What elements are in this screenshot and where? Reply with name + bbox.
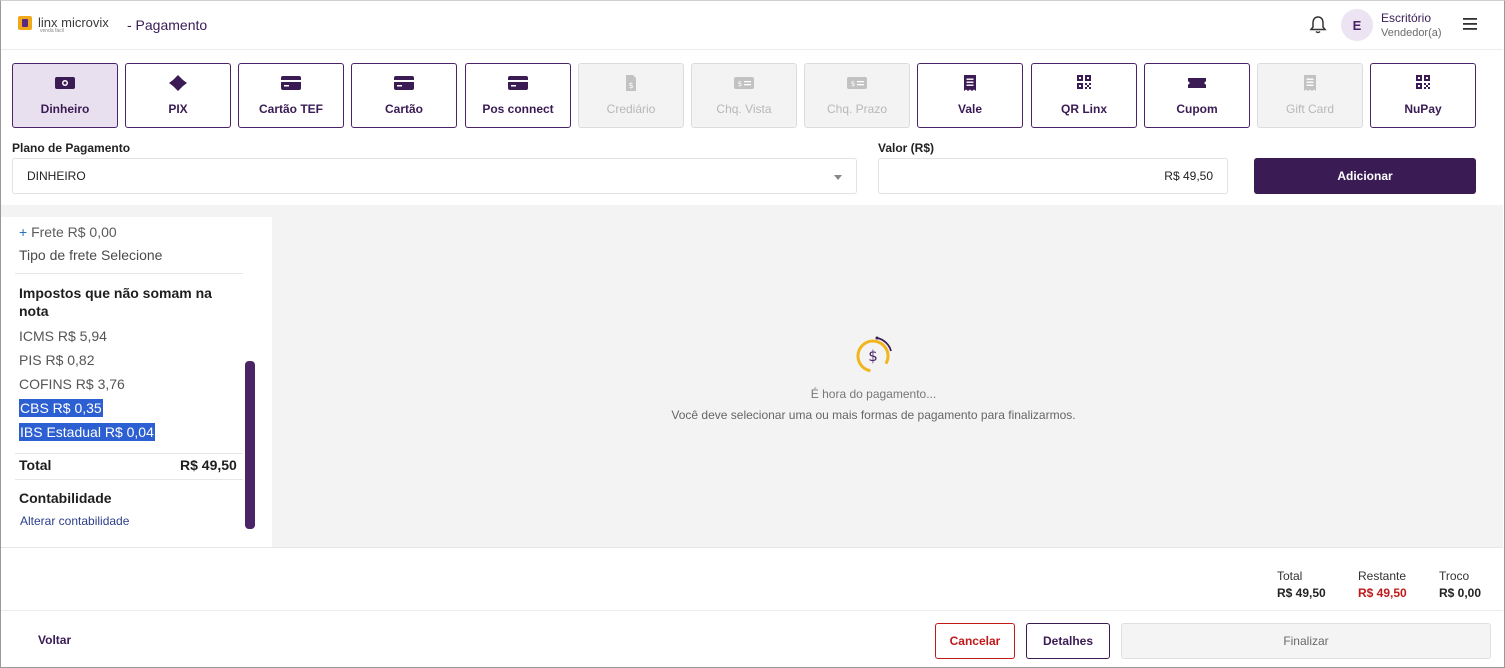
pix-icon <box>169 75 187 91</box>
method-cartao-tef[interactable]: Cartão TEF <box>238 63 344 128</box>
ticket-icon <box>1188 78 1206 88</box>
totals-bar: Total R$ 49,50 Restante R$ 49,50 Troco R… <box>1 547 1503 611</box>
method-chq-vista[interactable]: $ Chq. Vista <box>691 63 797 128</box>
page-title: - Pagamento <box>127 17 208 33</box>
svg-text:$: $ <box>851 80 855 88</box>
user-role: Vendedor(a) <box>1381 27 1442 39</box>
method-label: Cartão <box>384 102 423 116</box>
cofins-line: COFINS R$ 3,76 <box>19 376 125 392</box>
pis-line: PIS R$ 0,82 <box>19 352 95 368</box>
empty-state-title: É hora do pagamento... <box>810 387 937 401</box>
change-accounting-link[interactable]: Alterar contabilidade <box>20 514 129 528</box>
app-header: linx microvix venda fácil - Pagamento E … <box>1 1 1503 50</box>
back-link[interactable]: Voltar <box>38 633 71 647</box>
cancel-button[interactable]: Cancelar <box>935 623 1015 659</box>
method-label: Gift Card <box>1285 102 1334 116</box>
method-crediario[interactable]: $ Crediário <box>578 63 684 128</box>
amount-input[interactable] <box>878 158 1228 194</box>
method-cupom[interactable]: Cupom <box>1144 63 1250 128</box>
card-icon <box>508 76 528 90</box>
freight-line: + Frete R$ 0,00 <box>19 224 117 240</box>
accounting-title: Contabilidade <box>19 490 112 506</box>
method-label: NuPay <box>1404 102 1442 116</box>
summary-total-value: R$ 49,50 <box>180 457 237 473</box>
divider <box>15 453 243 454</box>
method-label: Cartão TEF <box>258 102 323 116</box>
icms-line: ICMS R$ 5,94 <box>19 328 107 344</box>
summary-total-label: Total <box>19 457 52 473</box>
scrollbar-thumb[interactable] <box>245 361 255 529</box>
brand-logo-icon <box>18 16 32 30</box>
qr-code-icon <box>1416 75 1430 89</box>
brand-subtitle: venda fácil <box>40 28 64 34</box>
svg-text:$: $ <box>738 80 742 88</box>
method-dinheiro[interactable]: Dinheiro <box>12 63 118 128</box>
finalize-button[interactable]: Finalizar <box>1121 623 1491 659</box>
plus-icon[interactable]: + <box>19 224 27 240</box>
cbs-value: CBS R$ 0,35 <box>19 399 103 417</box>
payment-plan-value: DINHEIRO <box>27 169 86 183</box>
check-icon: $ <box>734 77 754 89</box>
section-separator <box>1 205 1503 217</box>
method-label: Cupom <box>1176 102 1218 116</box>
method-label: Dinheiro <box>40 102 90 116</box>
document-dollar-icon: $ <box>626 75 636 91</box>
method-chq-prazo[interactable]: $ Chq. Prazo <box>804 63 910 128</box>
order-summary-panel: + Frete R$ 0,00 Tipo de frete Selecione … <box>1 217 272 547</box>
qr-code-icon <box>1077 75 1091 89</box>
method-label: QR Linx <box>1060 102 1107 116</box>
divider <box>15 273 243 274</box>
method-nupay[interactable]: NuPay <box>1370 63 1476 128</box>
amount-label: Valor (R$) <box>878 141 935 155</box>
empty-state-subtitle: Você deve selecionar uma ou mais formas … <box>671 408 1076 422</box>
remaining-label: Restante <box>1358 569 1407 583</box>
method-cartao[interactable]: Cartão <box>351 63 457 128</box>
change-label: Troco <box>1439 569 1470 583</box>
remaining-value: R$ 49,50 <box>1358 586 1407 600</box>
cbs-line: CBS R$ 0,35 <box>19 399 103 417</box>
method-qr-linx[interactable]: QR Linx <box>1031 63 1137 128</box>
user-name[interactable]: Escritório <box>1381 11 1431 25</box>
method-pos-connect[interactable]: Pos connect <box>465 63 571 128</box>
payments-list-area: $ É hora do pagamento... Você deve selec… <box>272 217 1503 547</box>
svg-text:$: $ <box>628 81 633 90</box>
add-button[interactable]: Adicionar <box>1254 158 1476 194</box>
method-pix[interactable]: PIX <box>125 63 231 128</box>
method-label: PIX <box>168 102 188 116</box>
ibs-value: IBS Estadual R$ 0,04 <box>19 423 155 441</box>
change-value: R$ 0,00 <box>1439 586 1482 600</box>
chevron-down-icon <box>834 175 842 180</box>
freight-value: Frete R$ 0,00 <box>31 224 117 240</box>
method-label: Crediário <box>606 102 656 116</box>
card-icon <box>394 76 414 90</box>
total-label: Total <box>1277 569 1303 583</box>
total-value: R$ 49,50 <box>1277 586 1326 600</box>
hamburger-menu-icon[interactable] <box>1463 18 1477 30</box>
brand-logo[interactable]: linx microvix venda fácil <box>18 16 109 34</box>
card-icon <box>281 76 301 90</box>
bell-icon[interactable] <box>1309 15 1327 35</box>
receipt-icon <box>1304 75 1316 91</box>
taxes-title: Impostos que não somam na nota <box>19 285 212 319</box>
check-icon: $ <box>847 77 867 89</box>
method-gift-card[interactable]: Gift Card <box>1257 63 1363 128</box>
details-button[interactable]: Detalhes <box>1026 623 1110 659</box>
method-label: Chq. Vista <box>716 102 772 116</box>
payment-methods: Dinheiro PIX Cartão TEF Cartão Pos conne… <box>12 63 1476 128</box>
ibs-line: IBS Estadual R$ 0,04 <box>19 423 155 441</box>
freight-type[interactable]: Tipo de frete Selecione <box>19 247 162 263</box>
receipt-icon <box>964 75 976 91</box>
method-label: Pos connect <box>482 102 554 116</box>
svg-text:$: $ <box>868 347 878 365</box>
method-label: Chq. Prazo <box>826 102 888 116</box>
payment-plan-label: Plano de Pagamento <box>12 141 131 155</box>
divider <box>15 479 243 480</box>
cash-icon <box>55 77 75 89</box>
avatar[interactable]: E <box>1341 9 1373 41</box>
payment-plan-select[interactable]: DINHEIRO <box>12 158 857 194</box>
method-vale[interactable]: Vale <box>917 63 1023 128</box>
method-label: Vale <box>957 102 983 116</box>
payment-dollar-icon: $ <box>856 336 892 373</box>
